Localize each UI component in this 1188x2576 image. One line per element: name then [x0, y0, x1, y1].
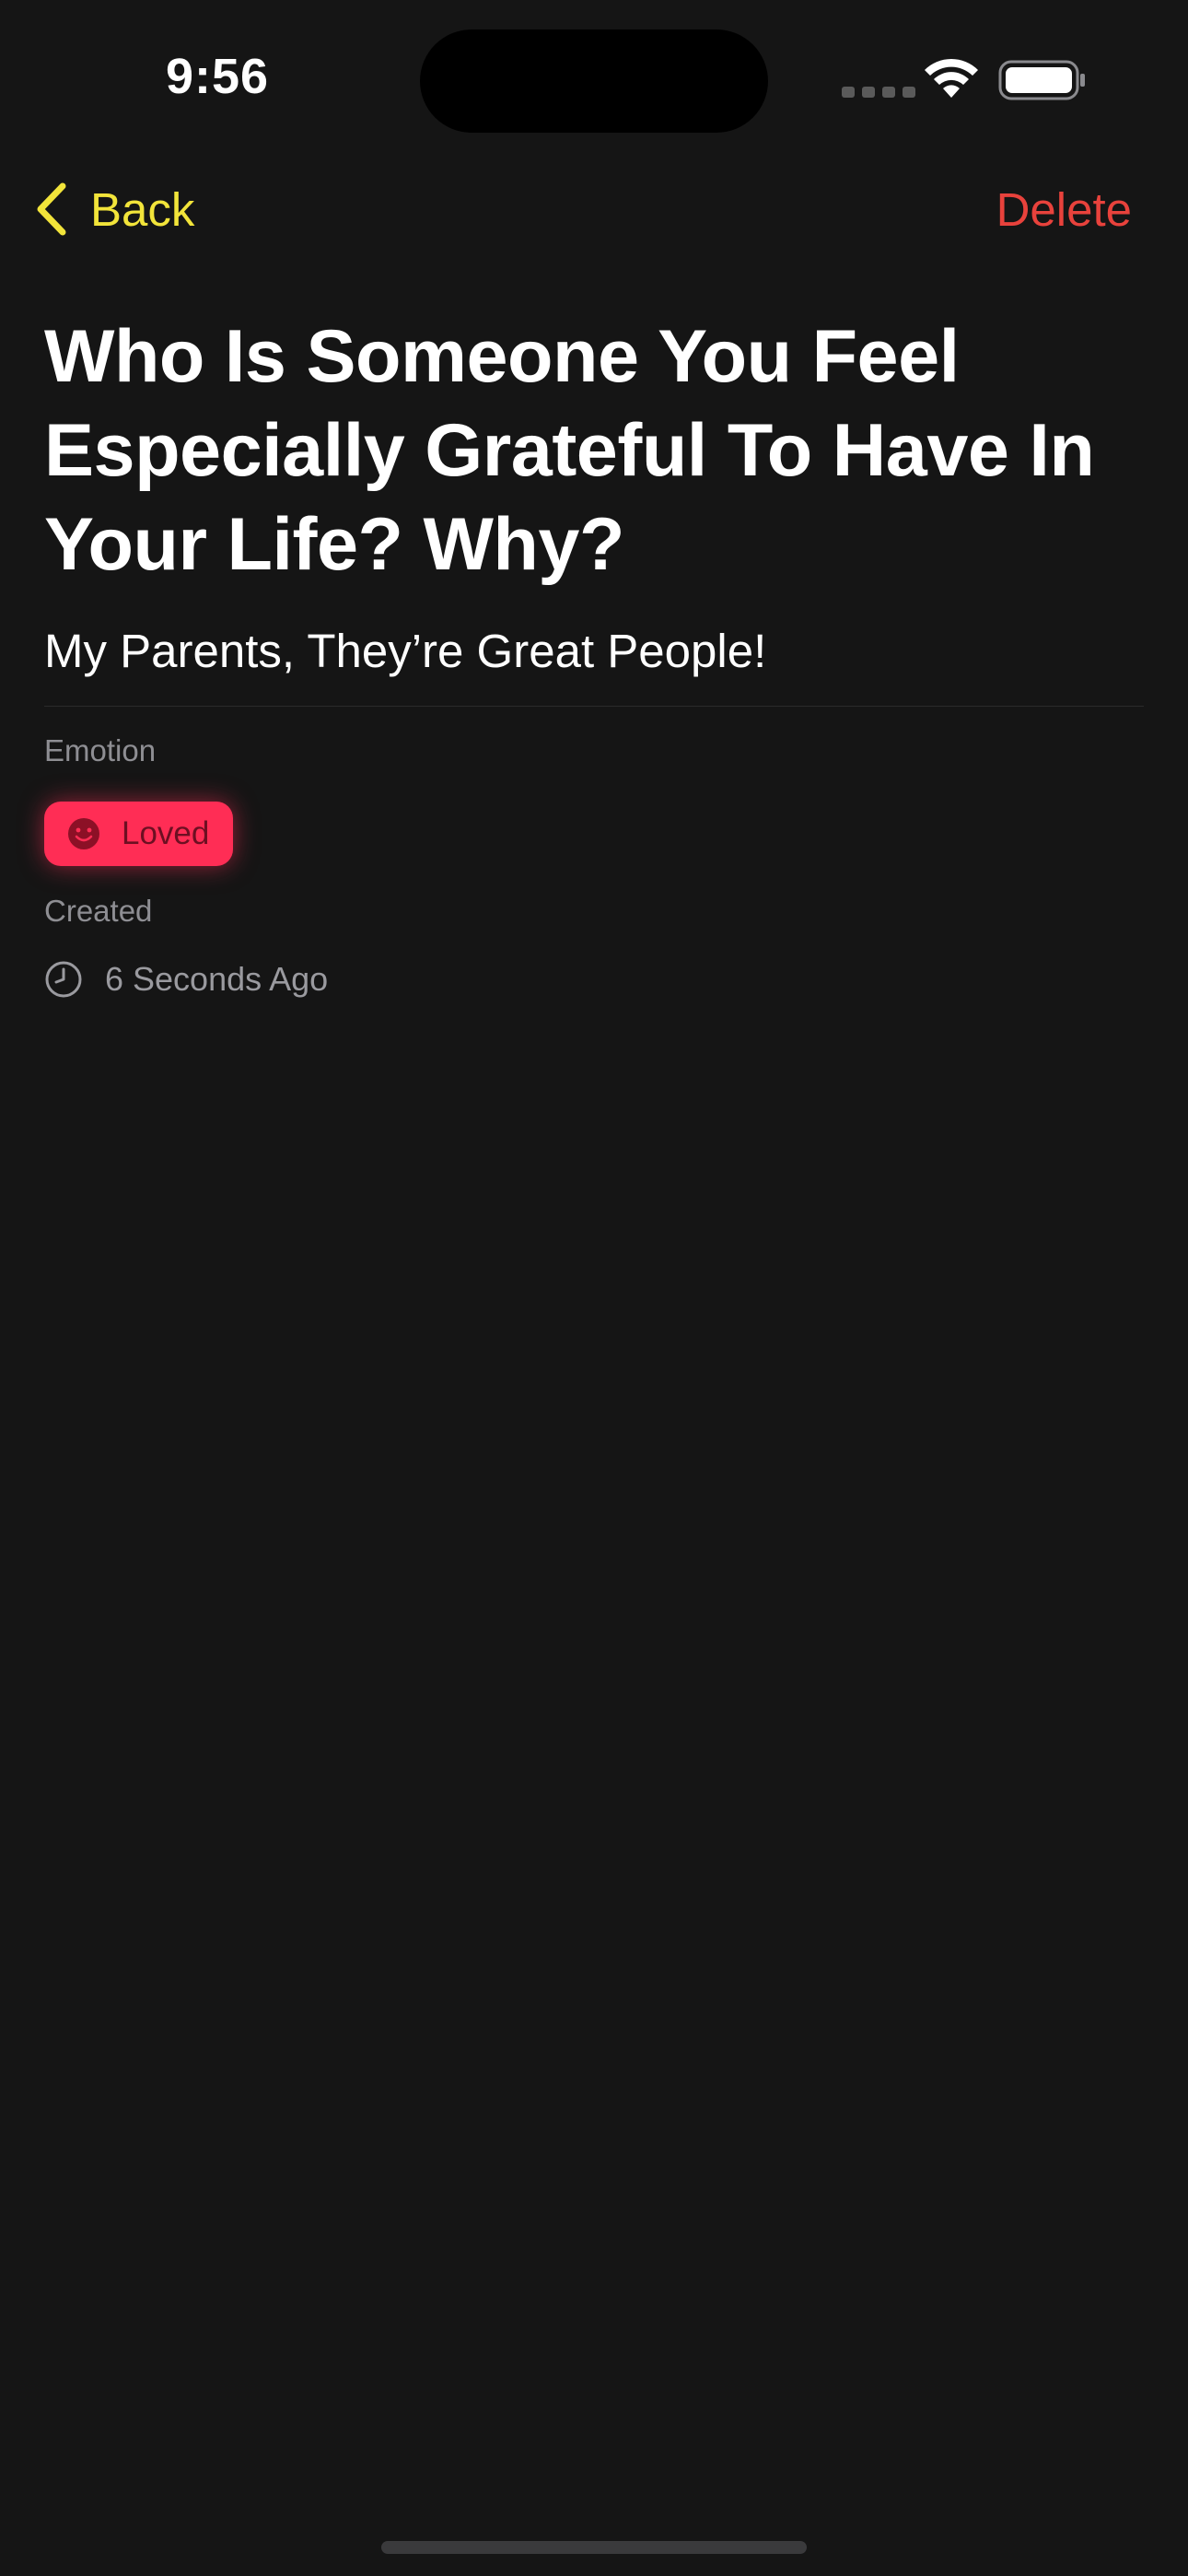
divider	[44, 706, 1144, 707]
created-label: Created	[44, 894, 153, 928]
smiley-face-icon	[68, 818, 99, 849]
created-value: 6 Seconds Ago	[105, 960, 329, 998]
cellular-signal-icon	[842, 87, 915, 98]
wifi-icon	[925, 58, 978, 98]
dynamic-island	[420, 29, 768, 133]
clock-icon	[45, 961, 82, 998]
created-row: 6 Seconds Ago	[44, 956, 328, 1002]
emotion-label: Emotion	[44, 733, 157, 767]
home-indicator[interactable]	[381, 2541, 807, 2554]
chevron-left-icon	[37, 182, 66, 236]
emotion-chip[interactable]: Loved	[44, 802, 234, 866]
status-time: 9:56	[166, 49, 270, 104]
battery-icon	[998, 60, 1085, 100]
emotion-value: Loved	[122, 815, 210, 851]
entry-answer: My Parents, They’re Great People!	[44, 625, 767, 677]
delete-button[interactable]: Delete	[996, 177, 1132, 241]
back-label: Back	[90, 182, 195, 236]
back-button[interactable]: Back	[33, 177, 194, 241]
entry-title: Who Is Someone You Feel Especially Grate…	[44, 315, 1095, 586]
